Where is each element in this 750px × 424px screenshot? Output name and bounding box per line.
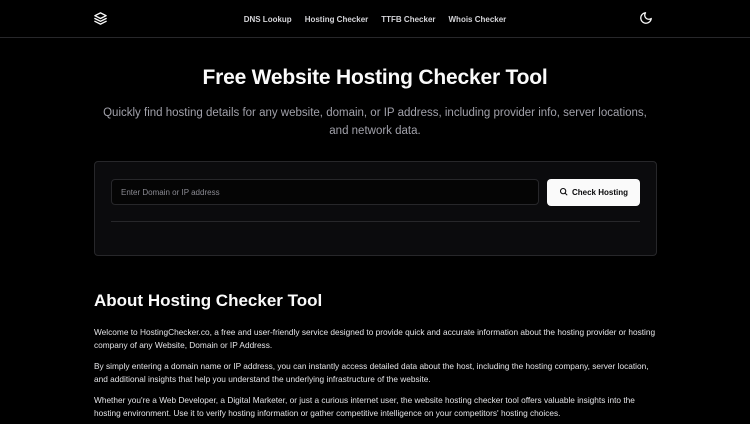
nav-link-dns-lookup[interactable]: DNS Lookup (244, 15, 292, 24)
domain-search-input[interactable] (111, 179, 539, 205)
search-card: Check Hosting (94, 161, 657, 256)
search-icon (559, 187, 568, 198)
check-hosting-label: Check Hosting (571, 188, 628, 197)
page-title: Free Website Hosting Checker Tool (202, 66, 548, 89)
card-divider (111, 221, 640, 222)
about-paragraph: Welcome to HostingChecker.co, a free and… (94, 327, 656, 350)
about-paragraph: Whether you're a Web Developer, a Digita… (94, 395, 635, 418)
nav-link-whois-checker[interactable]: Whois Checker (449, 15, 507, 24)
top-navbar: DNS Lookup Hosting Checker TTFB Checker … (0, 0, 750, 38)
check-hosting-button[interactable]: Check Hosting (547, 179, 640, 206)
moon-icon[interactable] (639, 11, 653, 25)
nav-link-hosting-checker[interactable]: Hosting Checker (305, 15, 369, 24)
about-heading: About Hosting Checker Tool (94, 291, 323, 310)
page-subtitle: Quickly find hosting details for any web… (103, 107, 647, 137)
main-nav: DNS Lookup Hosting Checker TTFB Checker … (0, 0, 750, 38)
nav-link-ttfb-checker[interactable]: TTFB Checker (381, 15, 435, 24)
about-paragraph: By simply entering a domain name or IP a… (94, 361, 649, 384)
